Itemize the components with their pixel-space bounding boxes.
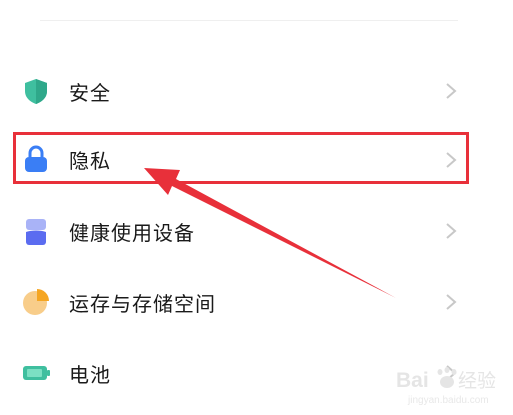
settings-item-security[interactable]: 安全 [0, 61, 513, 121]
shield-icon [25, 79, 47, 104]
battery-icon [23, 366, 50, 380]
storage-pie-icon [23, 289, 49, 315]
settings-item-healthy-device-usage[interactable]: 健康使用设备 [0, 201, 513, 261]
chevron-right-icon [446, 223, 457, 239]
svg-text:经验: 经验 [458, 370, 496, 392]
settings-item-label: 运存与存储空间 [69, 292, 216, 316]
settings-item-label: 安全 [69, 81, 111, 105]
svg-text:Bai: Bai [396, 369, 429, 392]
settings-item-storage[interactable]: 运存与存储空间 [0, 271, 513, 331]
settings-item-label: 电池 [69, 363, 111, 387]
svg-text:jingyan.baidu.com: jingyan.baidu.com [407, 395, 489, 406]
settings-item-label: 健康使用设备 [69, 221, 195, 245]
top-divider [40, 20, 458, 21]
chevron-right-icon [446, 83, 457, 99]
chevron-right-icon [446, 294, 457, 310]
hourglass-icon [26, 219, 46, 245]
privacy-highlight-box [13, 132, 469, 184]
baidu-jingyan-watermark: Bai 经验 jingyan.baidu.com [396, 367, 496, 406]
